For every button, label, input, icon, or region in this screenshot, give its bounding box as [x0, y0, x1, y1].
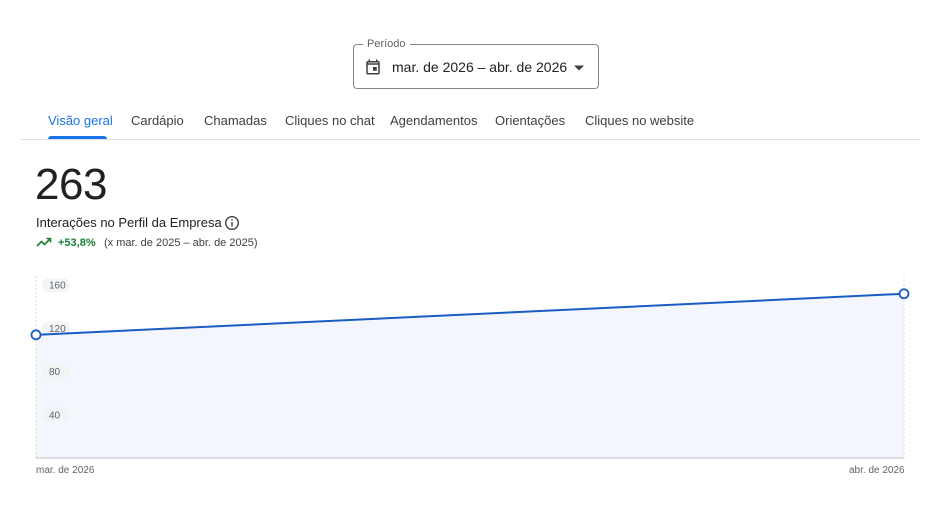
y-tick-label: 160	[49, 281, 66, 292]
tab-chamadas[interactable]: Chamadas	[204, 103, 267, 139]
tab-bar: Visão geral Cardápio Chamadas Cliques no…	[20, 103, 920, 140]
tab-cliques-no-chat[interactable]: Cliques no chat	[285, 103, 375, 139]
period-value: mar. de 2026 – abr. de 2026	[392, 59, 568, 75]
data-point	[30, 329, 42, 341]
y-tick-label: 40	[49, 410, 61, 421]
period-selector[interactable]: Período mar. de 2026 – abr. de 2026	[353, 37, 599, 89]
metric-comparison: (x mar. de 2025 – abr. de 2025)	[104, 237, 258, 249]
metric-label: Interações no Perfil da Empresa	[36, 215, 222, 230]
metric-value: 263	[35, 160, 107, 209]
performance-page: Período mar. de 2026 – abr. de 2026 Visã…	[0, 0, 940, 510]
period-label: Período	[363, 37, 410, 51]
tab-agendamentos[interactable]: Agendamentos	[390, 103, 477, 139]
caret-down-icon	[574, 65, 584, 71]
tab-orientacoes[interactable]: Orientações	[495, 103, 565, 139]
active-tab-indicator	[48, 136, 107, 139]
y-tick-label: 80	[49, 367, 61, 378]
trending-up-icon	[36, 237, 52, 247]
tab-cliques-no-website[interactable]: Cliques no website	[585, 103, 694, 139]
metric-change: +53,8%	[58, 237, 96, 249]
calendar-icon	[366, 59, 380, 75]
tab-visao-geral[interactable]: Visão geral	[48, 103, 113, 139]
info-icon[interactable]	[224, 215, 240, 231]
data-point	[898, 288, 910, 300]
x-tick-label: mar. de 2026	[36, 465, 95, 476]
tab-cardapio[interactable]: Cardápio	[131, 103, 184, 139]
x-tick-label: abr. de 2026	[849, 465, 905, 476]
interactions-chart: 1601208040	[30, 270, 910, 459]
